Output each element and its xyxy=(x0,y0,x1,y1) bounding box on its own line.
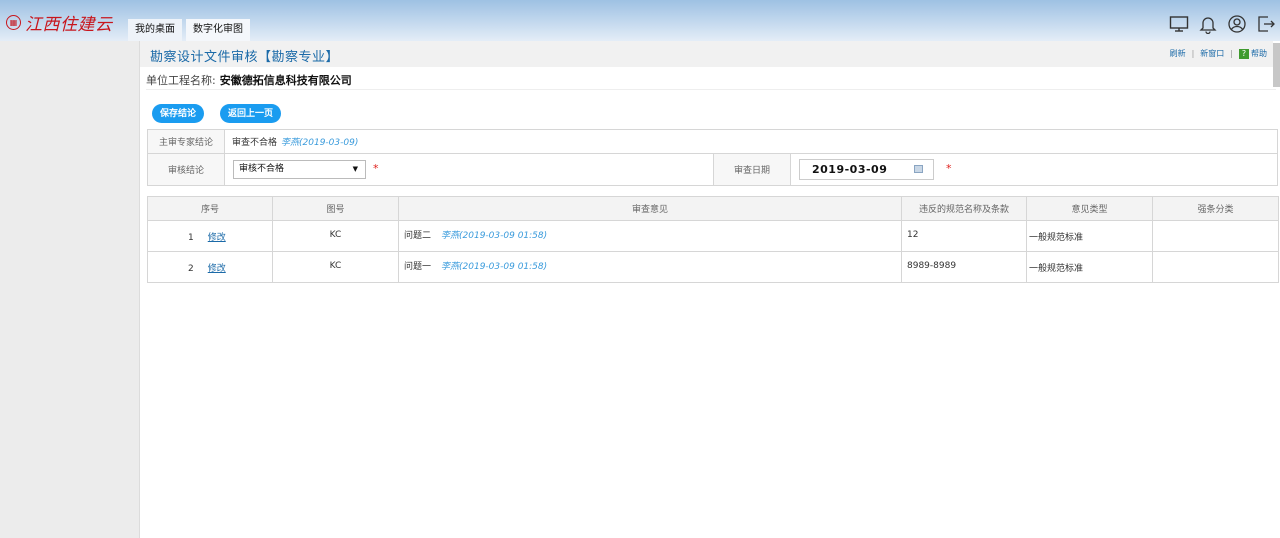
col-header-seq: 序号 xyxy=(147,196,273,221)
cell-opinion: 问题二 李燕(2019-03-09 01:58) xyxy=(398,220,902,252)
table-header-row: 序号 图号 审查意见 违反的规范名称及条款 意见类型 强条分类 xyxy=(147,196,1279,221)
back-button[interactable]: 返回上一页 xyxy=(220,104,282,123)
save-conclusion-button[interactable]: 保存结论 xyxy=(152,104,205,123)
row-number: 2 xyxy=(188,264,194,274)
cell-seq: 1 修改 xyxy=(147,220,273,252)
bell-icon[interactable] xyxy=(1198,14,1218,35)
expert-conclusion-row: 主审专家结论 审查不合格 李燕(2019-03-09) xyxy=(148,130,1277,154)
review-conclusion-label: 审核结论 xyxy=(148,154,225,185)
col-header-opinion: 审查意见 xyxy=(398,196,902,221)
row-number: 1 xyxy=(188,233,194,243)
cell-code: 12 xyxy=(901,220,1027,252)
tab-digital-review[interactable]: 数字化审图 xyxy=(186,19,250,41)
new-window-link[interactable]: 新窗口 xyxy=(1200,48,1224,59)
title-actions: 刷新 | 新窗口 | ? 帮助 xyxy=(1170,48,1267,59)
scrollbar-thumb[interactable] xyxy=(1273,43,1280,87)
nav-tabs: 我的桌面 数字化审图 xyxy=(128,19,250,41)
cell-mandatory xyxy=(1152,220,1279,252)
cell-type: 一般规范标准 xyxy=(1026,251,1153,283)
required-mark: * xyxy=(946,162,952,175)
separator: | xyxy=(1230,49,1233,58)
opinion-who: 李燕(2019-03-09 01:58) xyxy=(441,231,548,241)
expert-conclusion-value-cell: 审查不合格 李燕(2019-03-09) xyxy=(232,130,358,153)
cell-figure: KC xyxy=(272,251,399,283)
cell-code: 8989-8989 xyxy=(901,251,1027,283)
cell-figure: KC xyxy=(272,220,399,252)
opinion-who: 李燕(2019-03-09 01:58) xyxy=(441,262,548,272)
expert-conclusion-who: 李燕(2019-03-09) xyxy=(281,138,359,148)
opinion-text: 问题一 xyxy=(404,262,432,272)
cell-opinion: 问题一 李燕(2019-03-09 01:58) xyxy=(398,251,902,283)
screen-icon[interactable] xyxy=(1169,14,1189,34)
table-row: 1 修改 KC 问题二 李燕(2019-03-09 01:58) 12 一般规范标准 xyxy=(147,220,1279,252)
logo-text: 江西住建云 xyxy=(25,15,113,35)
top-bar: ▦ 江西住建云 我的桌面 数字化审图 xyxy=(0,0,1280,41)
review-date-input[interactable]: 2019-03-09 xyxy=(799,159,934,180)
logo: ▦ 江西住建云 xyxy=(6,10,113,35)
col-header-code: 违反的规范名称及条款 xyxy=(901,196,1027,221)
required-mark: * xyxy=(373,162,379,175)
cell-mandatory xyxy=(1152,251,1279,283)
opinion-table: 序号 图号 审查意见 违反的规范名称及条款 意见类型 强条分类 1 修改 KC 问… xyxy=(147,196,1279,283)
refresh-link[interactable]: 刷新 xyxy=(1170,48,1186,59)
main-content: 勘察设计文件审核【勘察专业】 刷新 | 新窗口 | ? 帮助 单位工程名称: 安徽德… xyxy=(140,41,1280,538)
unit-name: 安徽德拓信息科技有限公司 xyxy=(219,74,352,87)
help-label: 帮助 xyxy=(1251,49,1267,58)
separator: | xyxy=(1191,49,1195,58)
review-date-label: 审查日期 xyxy=(713,154,791,185)
cell-type: 一般规范标准 xyxy=(1026,220,1153,252)
unit-label: 单位工程名称: xyxy=(146,74,216,87)
user-icon[interactable] xyxy=(1227,14,1247,34)
review-conclusion-selected: 审核不合格 xyxy=(239,164,285,174)
cell-seq: 2 修改 xyxy=(147,251,273,283)
help-icon: ? xyxy=(1239,49,1249,59)
opinion-text: 问题二 xyxy=(404,231,432,241)
conclusion-form: 主审专家结论 审查不合格 李燕(2019-03-09) 审核结论 审核不合格 ▼… xyxy=(147,129,1278,186)
table-row: 2 修改 KC 问题一 李燕(2019-03-09 01:58) 8989-8989… xyxy=(147,251,1279,283)
col-header-type: 意见类型 xyxy=(1026,196,1153,221)
top-icons xyxy=(1169,14,1276,35)
col-header-figure: 图号 xyxy=(272,196,399,221)
expert-conclusion-value: 审查不合格 xyxy=(232,138,278,148)
title-bar: 勘察设计文件审核【勘察专业】 刷新 | 新窗口 | ? 帮助 xyxy=(140,41,1273,67)
left-sidebar xyxy=(0,41,140,538)
tab-my-desktop[interactable]: 我的桌面 xyxy=(128,19,182,41)
review-conclusion-select[interactable]: 审核不合格 ▼ xyxy=(233,160,366,179)
unit-line: 单位工程名称: 安徽德拓信息科技有限公司 xyxy=(146,72,352,88)
divider xyxy=(146,89,1276,90)
calendar-icon[interactable] xyxy=(914,165,923,173)
expert-conclusion-label: 主审专家结论 xyxy=(148,130,225,153)
help-link[interactable]: ? 帮助 xyxy=(1239,48,1267,59)
review-date-value: 2019-03-09 xyxy=(812,163,888,176)
page-title: 勘察设计文件审核【勘察专业】 xyxy=(150,50,340,65)
logout-icon[interactable] xyxy=(1256,14,1276,34)
review-conclusion-row: 审核结论 审核不合格 ▼ * 审查日期 2019-03-09 * xyxy=(148,154,1277,185)
edit-link[interactable]: 修改 xyxy=(208,233,226,243)
chevron-down-icon: ▼ xyxy=(352,165,358,173)
edit-link[interactable]: 修改 xyxy=(208,264,226,274)
logo-emblem-icon: ▦ xyxy=(6,15,21,30)
col-header-mandatory: 强条分类 xyxy=(1152,196,1279,221)
